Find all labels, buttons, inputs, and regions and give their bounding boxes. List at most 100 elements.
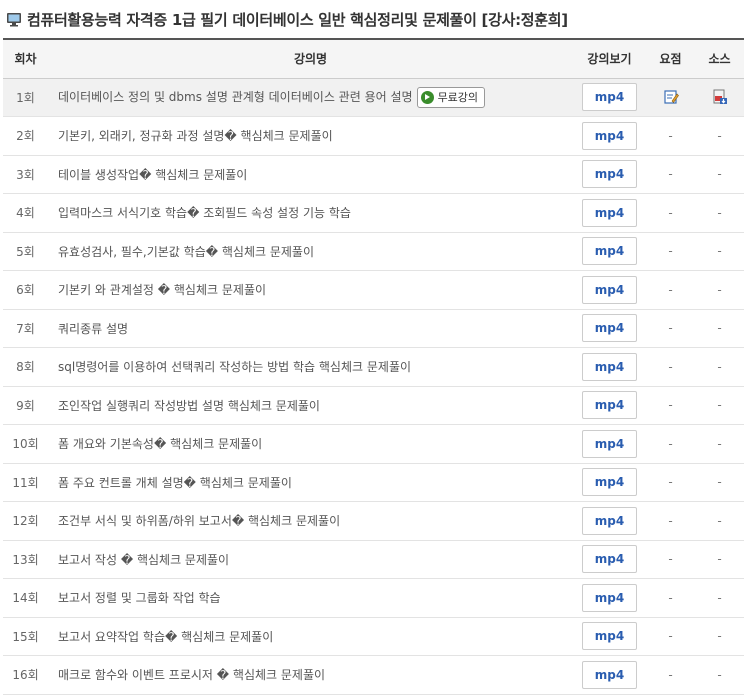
view-cell: mp4 <box>573 617 646 656</box>
row-number: 9회 <box>16 398 35 413</box>
mp4-button[interactable]: mp4 <box>582 506 637 535</box>
view-cell: mp4 <box>573 425 646 464</box>
summary-cell: - <box>668 667 673 682</box>
lecture-title[interactable]: 기본키, 외래키, 정규화 과정 설명� 핵심체크 문제풀이 <box>58 129 333 143</box>
free-lecture-label: 무료강의 <box>437 91 479 105</box>
lecture-title-cell: 기본키 와 관계설정 � 핵심체크 문제풀이 <box>48 271 573 310</box>
lecture-title[interactable]: 유효성검사, 필수,기본값 학습� 핵심체크 문제풀이 <box>58 245 314 259</box>
view-cell: mp4 <box>573 309 646 348</box>
row-number: 16회 <box>12 668 39 683</box>
free-lecture-button[interactable]: 무료강의 <box>416 86 486 108</box>
row-number: 3회 <box>16 167 35 182</box>
lecture-title[interactable]: 폼 주요 컨트롤 개체 설명� 핵심체크 문제풀이 <box>58 476 292 490</box>
source-cell: - <box>717 629 722 644</box>
mp4-button[interactable]: mp4 <box>582 83 637 112</box>
summary-cell: - <box>668 436 673 451</box>
source-cell: - <box>717 321 722 336</box>
edit-note-icon[interactable] <box>663 89 679 105</box>
summary-cell: - <box>668 513 673 528</box>
view-cell: mp4 <box>573 502 646 541</box>
view-cell: mp4 <box>573 579 646 618</box>
source-cell: - <box>717 398 722 413</box>
source-cell <box>695 78 744 117</box>
lecture-title[interactable]: 보고서 요약작업 학습� 핵심체크 문제풀이 <box>58 630 273 644</box>
view-cell: mp4 <box>573 463 646 502</box>
row-number: 5회 <box>16 244 35 259</box>
lecture-title-cell: 유효성검사, 필수,기본값 학습� 핵심체크 문제풀이 <box>48 232 573 271</box>
lecture-title-cell: sql명령어를 이용하여 선택쿼리 작성하는 방법 학습 핵심체크 문제풀이 <box>48 348 573 387</box>
mp4-button[interactable]: mp4 <box>582 660 637 689</box>
summary-cell: - <box>668 128 673 143</box>
summary-cell: - <box>668 398 673 413</box>
lecture-title[interactable]: 조건부 서식 및 하위폼/하위 보고서� 핵심체크 문제풀이 <box>58 514 340 528</box>
source-cell: - <box>717 167 722 182</box>
col-summary-header: 요점 <box>659 52 682 67</box>
lecture-title[interactable]: 폼 개요와 기본속성� 핵심체크 문제풀이 <box>58 437 262 451</box>
mp4-button[interactable]: mp4 <box>582 237 637 266</box>
view-cell: mp4 <box>573 78 646 117</box>
row-number: 1회 <box>16 90 35 105</box>
lecture-title[interactable]: 보고서 정렬 및 그룹화 작업 학습 <box>58 591 221 605</box>
source-cell: - <box>717 128 722 143</box>
table-row: 8회 sql명령어를 이용하여 선택쿼리 작성하는 방법 학습 핵심체크 문제풀이… <box>3 348 744 387</box>
table-row: 9회 조인작업 실행쿼리 작성방법 설명 핵심체크 문제풀이 mp4 - - <box>3 386 744 425</box>
lecture-title-cell: 보고서 요약작업 학습� 핵심체크 문제풀이 <box>48 617 573 656</box>
col-source-header: 소스 <box>708 52 731 67</box>
col-no-header: 회차 <box>14 52 37 67</box>
summary-cell: - <box>668 590 673 605</box>
mp4-button[interactable]: mp4 <box>582 429 637 458</box>
source-cell: - <box>717 244 722 259</box>
mp4-button[interactable]: mp4 <box>582 121 637 150</box>
table-row: 14회 보고서 정렬 및 그룹화 작업 학습 mp4 - - <box>3 579 744 618</box>
source-cell: - <box>717 590 722 605</box>
summary-cell: - <box>668 205 673 220</box>
mp4-button[interactable]: mp4 <box>582 314 637 343</box>
row-number: 14회 <box>12 591 39 606</box>
mp4-button[interactable]: mp4 <box>582 352 637 381</box>
monitor-icon <box>6 11 22 27</box>
download-file-icon[interactable] <box>712 89 728 105</box>
lecture-title[interactable]: 입력마스크 서식기호 학습� 조회필드 속성 설정 기능 학습 <box>58 206 351 220</box>
lecture-title[interactable]: 매크로 함수와 이벤트 프로시저 � 핵심체크 문제풀이 <box>58 668 325 682</box>
lecture-table: 회차 강의명 강의보기 요점 소스 1회 데이터베이스 정의 및 dbms 설명 … <box>3 38 744 695</box>
summary-cell: - <box>668 244 673 259</box>
view-cell: mp4 <box>573 386 646 425</box>
row-number: 2회 <box>16 129 35 144</box>
lecture-title[interactable]: 테이블 생성작업� 핵심체크 문제풀이 <box>58 168 247 182</box>
lecture-title[interactable]: 기본키 와 관계설정 � 핵심체크 문제풀이 <box>58 283 266 297</box>
lecture-title-cell: 테이블 생성작업� 핵심체크 문제풀이 <box>48 155 573 194</box>
lecture-title[interactable]: 쿼리종류 설명 <box>58 322 128 336</box>
lecture-title[interactable]: 조인작업 실행쿼리 작성방법 설명 핵심체크 문제풀이 <box>58 399 320 413</box>
lecture-title[interactable]: 데이터베이스 정의 및 dbms 설명 관계형 데이터베이스 관련 용어 설명 <box>58 90 413 104</box>
table-row: 13회 보고서 작성 � 핵심체크 문제풀이 mp4 - - <box>3 540 744 579</box>
mp4-button[interactable]: mp4 <box>582 468 637 497</box>
source-cell: - <box>717 436 722 451</box>
mp4-button[interactable]: mp4 <box>582 275 637 304</box>
lecture-title-cell: 조건부 서식 및 하위폼/하위 보고서� 핵심체크 문제풀이 <box>48 502 573 541</box>
row-number: 11회 <box>12 475 39 490</box>
summary-cell: - <box>668 282 673 297</box>
lecture-title[interactable]: 보고서 작성 � 핵심체크 문제풀이 <box>58 553 229 567</box>
row-number: 15회 <box>12 629 39 644</box>
mp4-button[interactable]: mp4 <box>582 545 637 574</box>
lecture-title-cell: 폼 개요와 기본속성� 핵심체크 문제풀이 <box>48 425 573 464</box>
row-number: 13회 <box>12 552 39 567</box>
row-number: 10회 <box>12 437 39 452</box>
mp4-button[interactable]: mp4 <box>582 160 637 189</box>
play-icon <box>420 90 434 104</box>
table-row: 15회 보고서 요약작업 학습� 핵심체크 문제풀이 mp4 - - <box>3 617 744 656</box>
table-row: 5회 유효성검사, 필수,기본값 학습� 핵심체크 문제풀이 mp4 - - <box>3 232 744 271</box>
table-row: 7회 쿼리종류 설명 mp4 - - <box>3 309 744 348</box>
mp4-button[interactable]: mp4 <box>582 622 637 651</box>
row-number: 8회 <box>16 360 35 375</box>
mp4-button[interactable]: mp4 <box>582 391 637 420</box>
table-row: 10회 폼 개요와 기본속성� 핵심체크 문제풀이 mp4 - - <box>3 425 744 464</box>
lecture-title-cell: 보고서 정렬 및 그룹화 작업 학습 <box>48 579 573 618</box>
mp4-button[interactable]: mp4 <box>582 198 637 227</box>
view-cell: mp4 <box>573 540 646 579</box>
mp4-button[interactable]: mp4 <box>582 583 637 612</box>
lecture-title-cell: 데이터베이스 정의 및 dbms 설명 관계형 데이터베이스 관련 용어 설명 무… <box>48 78 573 117</box>
table-row: 12회 조건부 서식 및 하위폼/하위 보고서� 핵심체크 문제풀이 mp4 - - <box>3 502 744 541</box>
lecture-title[interactable]: sql명령어를 이용하여 선택쿼리 작성하는 방법 학습 핵심체크 문제풀이 <box>58 360 411 374</box>
source-cell: - <box>717 552 722 567</box>
